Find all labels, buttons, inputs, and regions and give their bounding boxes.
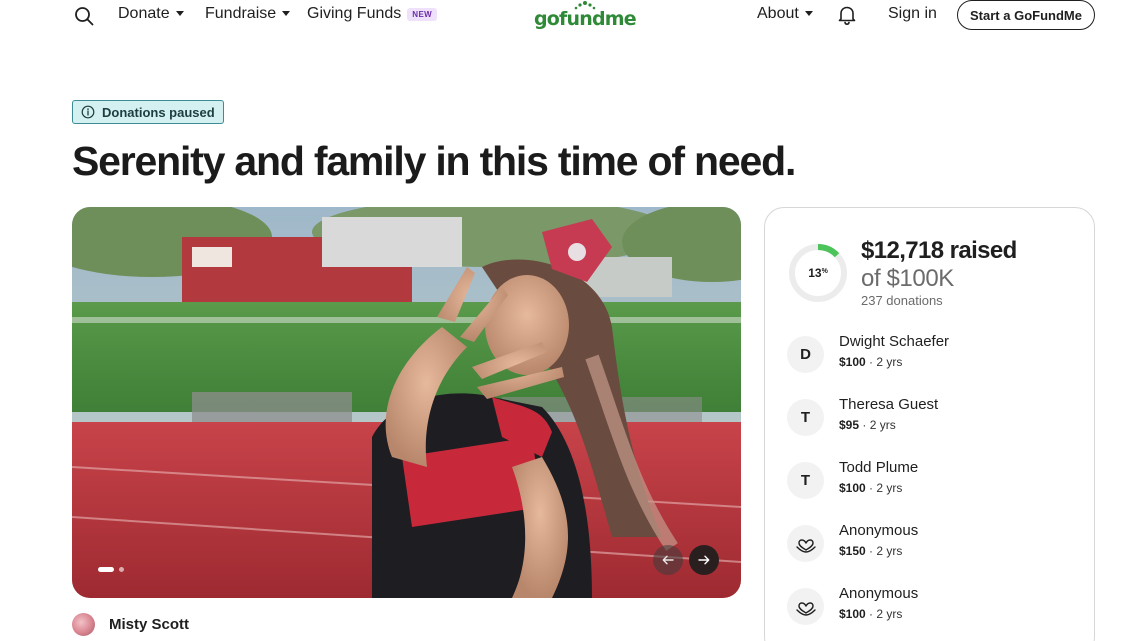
donor-time: · 2 yrs bbox=[865, 481, 903, 495]
donor-avatar-anonymous bbox=[787, 525, 824, 562]
nav-about-menu[interactable]: About bbox=[757, 5, 813, 23]
heart-hand-icon bbox=[795, 601, 816, 616]
pagination-dot[interactable] bbox=[119, 567, 124, 572]
donor-time: · 2 yrs bbox=[865, 607, 903, 621]
caret-down-icon bbox=[175, 10, 184, 16]
donor-avatar: T bbox=[787, 399, 824, 436]
donor-item: Anonymous $100 · 2 yrs bbox=[787, 585, 1077, 629]
donor-item: T Theresa Guest $95 · 2 yrs bbox=[787, 396, 1077, 440]
search-icon bbox=[75, 7, 94, 26]
donor-avatar: T bbox=[787, 462, 824, 499]
gallery-pagination bbox=[98, 567, 124, 572]
donor-amount: $100 bbox=[839, 481, 866, 495]
info-icon bbox=[81, 105, 95, 119]
bell-icon bbox=[838, 6, 856, 26]
campaign-title: Serenity and family in this time of need… bbox=[72, 138, 796, 184]
donor-amount: $100 bbox=[839, 607, 866, 621]
donor-name: Theresa Guest bbox=[839, 396, 939, 413]
donor-amount: $95 bbox=[839, 418, 860, 432]
donor-item: Anonymous $150 · 2 yrs bbox=[787, 522, 1077, 566]
arrow-left-icon bbox=[662, 555, 674, 565]
nav-giving-funds-label: Giving Funds bbox=[307, 5, 402, 22]
campaign-photo bbox=[72, 207, 741, 598]
progress-percent-sign: % bbox=[821, 267, 828, 275]
nav-fundraise-menu[interactable]: Fundraise bbox=[205, 5, 291, 23]
donor-item: D Dwight Schaefer $100 · 2 yrs bbox=[787, 333, 1077, 377]
amount-raised: $12,718 raised bbox=[861, 237, 1017, 264]
donor-item: T Todd Plume $100 · 2 yrs bbox=[787, 459, 1077, 503]
heart-hand-icon bbox=[795, 538, 816, 553]
organizer-name: Misty Scott bbox=[109, 616, 190, 633]
nav-donate-menu[interactable]: Donate bbox=[118, 5, 184, 23]
donor-meta: $100 · 2 yrs bbox=[839, 607, 902, 621]
progress-percent-value: 13 bbox=[808, 266, 822, 280]
donor-name: Anonymous bbox=[839, 585, 919, 602]
donor-name: Dwight Schaefer bbox=[839, 333, 950, 350]
campaign-photo-gallery[interactable] bbox=[72, 207, 741, 598]
goal-amount: of $100K bbox=[861, 265, 954, 292]
status-text: Donations paused bbox=[102, 104, 215, 120]
donor-name: Todd Plume bbox=[839, 459, 919, 476]
organizer-row: Misty Scott bbox=[72, 613, 189, 636]
donor-amount: $100 bbox=[839, 355, 866, 369]
sign-in-link[interactable]: Sign in bbox=[888, 5, 937, 23]
donor-name: Anonymous bbox=[839, 522, 919, 539]
donor-avatar-anonymous bbox=[787, 588, 824, 625]
pagination-dot-active[interactable] bbox=[98, 567, 114, 572]
donor-meta: $100 · 2 yrs bbox=[839, 355, 902, 369]
donor-meta: $95 · 2 yrs bbox=[839, 418, 896, 432]
nav-donate-label: Donate bbox=[118, 5, 170, 22]
start-gofundme-button[interactable]: Start a GoFundMe bbox=[957, 0, 1095, 30]
top-navigation: Donate Fundraise Giving Funds NEW gofund… bbox=[0, 0, 1140, 32]
donations-paused-badge: Donations paused bbox=[72, 100, 224, 124]
nav-fundraise-label: Fundraise bbox=[205, 5, 277, 22]
donor-meta: $100 · 2 yrs bbox=[839, 481, 902, 495]
search-button[interactable] bbox=[72, 4, 96, 28]
nav-about-label: About bbox=[757, 5, 799, 22]
donor-time: · 2 yrs bbox=[865, 355, 903, 369]
organizer-avatar bbox=[72, 613, 95, 636]
logo-text: gofundme bbox=[534, 8, 637, 30]
donor-avatar: D bbox=[787, 336, 824, 373]
nav-giving-funds-link[interactable]: Giving Funds NEW bbox=[307, 5, 438, 23]
progress-ring: 13% bbox=[787, 242, 849, 304]
donation-count: 237 donations bbox=[861, 293, 943, 308]
new-badge: NEW bbox=[407, 7, 438, 21]
arrow-right-icon bbox=[698, 555, 710, 565]
donor-time: · 2 yrs bbox=[859, 418, 896, 432]
donor-meta: $150 · 2 yrs bbox=[839, 544, 902, 558]
donor-amount: $150 bbox=[839, 544, 866, 558]
notifications-button[interactable] bbox=[836, 4, 858, 26]
caret-down-icon bbox=[804, 10, 813, 16]
donation-summary-card: 13% $12,718 raised of $100K 237 donation… bbox=[764, 207, 1095, 641]
gofundme-logo[interactable]: gofundme bbox=[534, 1, 637, 32]
next-photo-button[interactable] bbox=[689, 545, 719, 575]
caret-down-icon bbox=[282, 10, 291, 16]
previous-photo-button[interactable] bbox=[653, 545, 683, 575]
progress-percent: 13% bbox=[787, 242, 849, 304]
donor-time: · 2 yrs bbox=[865, 544, 903, 558]
